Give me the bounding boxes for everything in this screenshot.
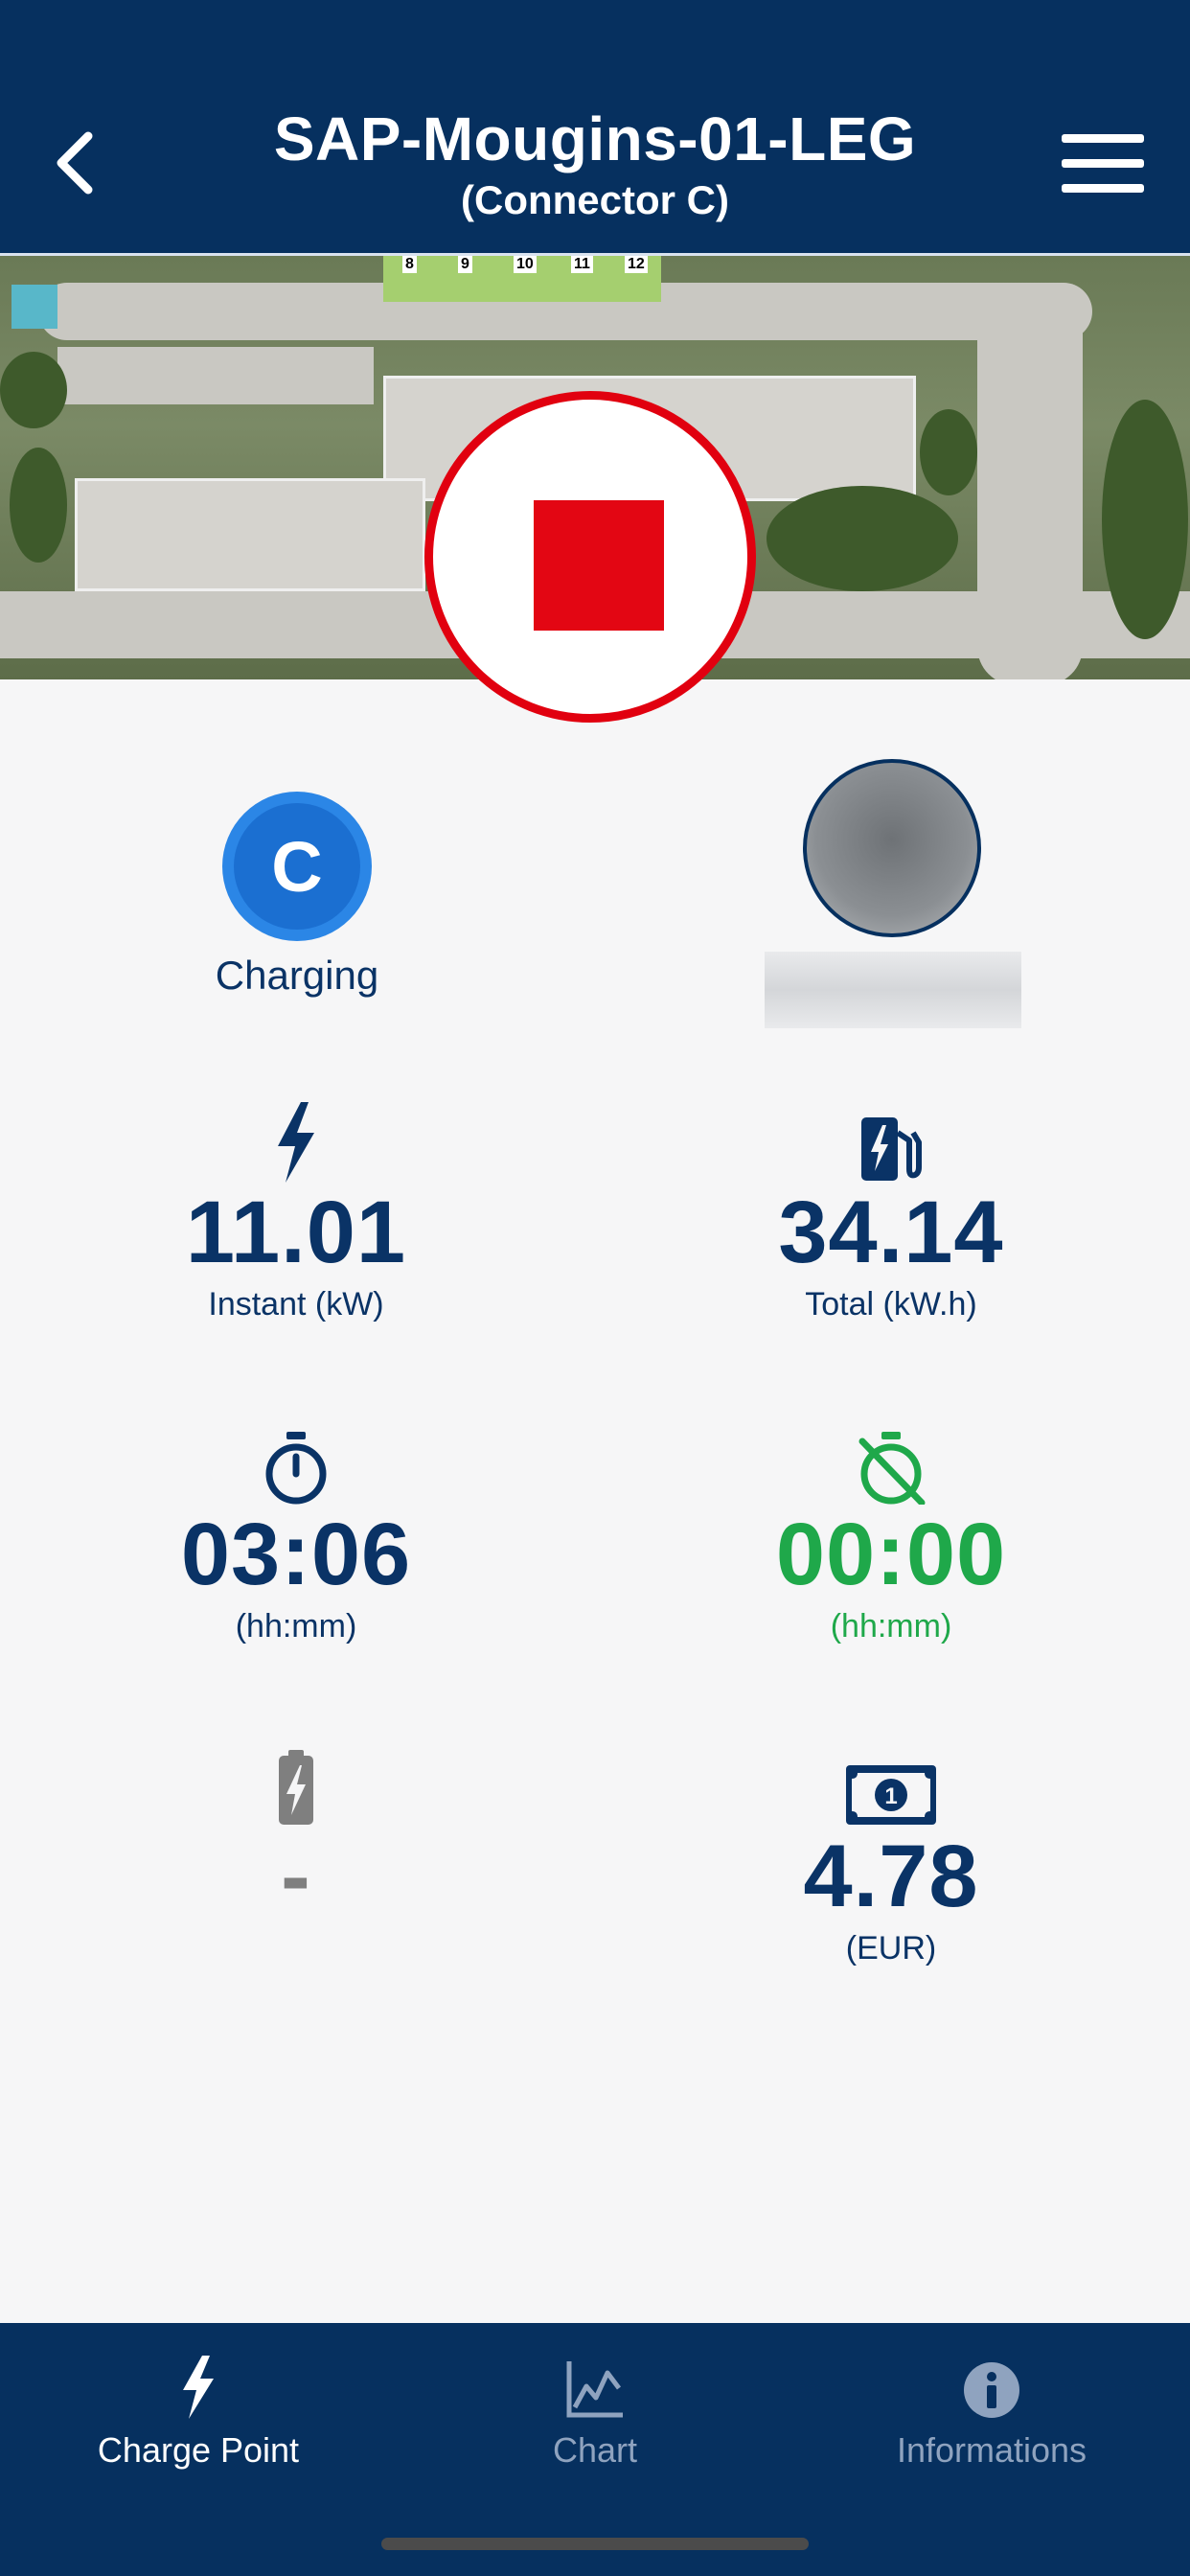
- metric-duration: 03:06 (hh:mm): [57, 1424, 536, 1645]
- metric-idle: 00:00 (hh:mm): [652, 1424, 1131, 1645]
- metric-total: 34.14 Total (kW.h): [652, 1102, 1131, 1323]
- battery-value: -: [281, 1828, 311, 1925]
- ev-station-icon: [861, 1117, 922, 1181]
- total-energy-value: 34.14: [778, 1184, 1004, 1281]
- charging-spots: 8 9 10 11 12: [383, 256, 661, 302]
- info-icon: [964, 2362, 1019, 2418]
- bolt-icon: [278, 1102, 314, 1183]
- tab-charge-point[interactable]: Charge Point: [0, 2323, 397, 2476]
- banknote-icon: 1: [846, 1765, 936, 1825]
- stopwatch-off-icon: [858, 1432, 926, 1505]
- tab-label: Informations: [896, 2430, 1087, 2470]
- stop-charging-button[interactable]: [424, 391, 756, 723]
- metric-instant: 11.01 Instant (kW): [57, 1102, 536, 1323]
- pool: [11, 285, 57, 329]
- hamburger-icon: [1062, 134, 1144, 143]
- svg-text:1: 1: [884, 1783, 897, 1809]
- avatar: [803, 759, 981, 937]
- tab-label: Charge Point: [97, 2430, 300, 2470]
- stopwatch-icon: [265, 1432, 327, 1505]
- duration-value: 03:06: [180, 1506, 412, 1603]
- tab-informations[interactable]: Informations: [793, 2323, 1190, 2476]
- instant-power-unit: Instant (kW): [208, 1286, 384, 1322]
- top-bar: SAP-Mougins-01-LEG (Connector C): [0, 0, 1190, 256]
- page-title: SAP-Mougins-01-LEG: [273, 104, 917, 173]
- page-subtitle: (Connector C): [461, 177, 729, 222]
- chart-icon: [566, 2361, 623, 2418]
- tab-label: Chart: [552, 2430, 638, 2470]
- tab-chart[interactable]: Chart: [397, 2323, 793, 2476]
- metric-battery: -: [57, 1746, 536, 1920]
- battery-charging-icon: [279, 1750, 313, 1825]
- user-name-blurred: [765, 952, 1021, 1028]
- stop-icon: [534, 500, 664, 631]
- metric-cost: 1 4.78 (EUR): [652, 1746, 1131, 1967]
- instant-power-value: 11.01: [185, 1184, 407, 1281]
- total-energy-unit: Total (kW.h): [805, 1286, 977, 1322]
- connector-status: Charging: [215, 953, 379, 998]
- idle-time-unit: (hh:mm): [830, 1608, 952, 1644]
- idle-time-value: 00:00: [775, 1506, 1007, 1603]
- connector-badge: C: [222, 792, 372, 941]
- cost-value: 4.78: [803, 1828, 979, 1925]
- menu-button[interactable]: [1062, 134, 1144, 196]
- bolt-icon: [183, 2356, 214, 2419]
- home-indicator[interactable]: [381, 2538, 809, 2550]
- connector-letter: C: [234, 803, 360, 930]
- duration-unit: (hh:mm): [235, 1608, 357, 1644]
- cost-unit: (EUR): [845, 1930, 937, 1966]
